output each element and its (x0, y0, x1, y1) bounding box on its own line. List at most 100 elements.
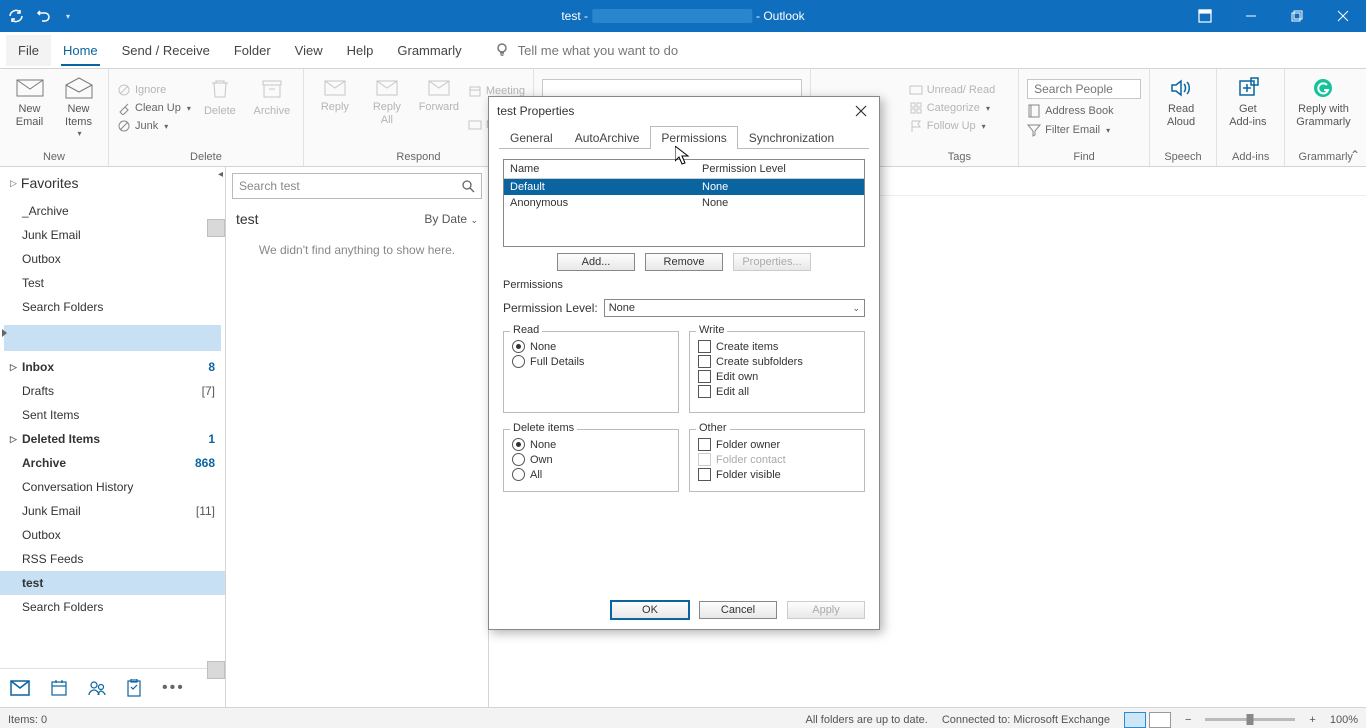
ribbon-display-icon[interactable] (1182, 0, 1228, 32)
people-nav-icon[interactable] (88, 679, 106, 697)
address-book-button[interactable]: Address Book (1027, 104, 1141, 118)
folder-archive[interactable]: Archive868 (0, 451, 225, 475)
ignore-button[interactable]: Ignore (117, 83, 191, 97)
write-create-subfolders-check[interactable]: Create subfolders (698, 355, 856, 368)
archive-button[interactable]: Archive (249, 73, 295, 118)
unread-read-button[interactable]: Unread/ Read (909, 83, 996, 97)
delete-own-radio[interactable]: Own (512, 453, 670, 466)
view-normal-button[interactable] (1124, 712, 1146, 728)
favorites-header[interactable]: ▷Favorites (0, 167, 225, 199)
permission-row-default[interactable]: DefaultNone (504, 179, 864, 195)
folder-search[interactable]: Search Folders (0, 595, 225, 619)
fav-folder-outbox[interactable]: Outbox (0, 247, 225, 271)
search-box[interactable]: Search test (232, 173, 482, 199)
folder-sent[interactable]: Sent Items (0, 403, 225, 427)
collapse-ribbon-button[interactable]: ⌃ (1350, 148, 1360, 162)
delete-button[interactable]: Delete (197, 73, 243, 118)
tab-send-receive[interactable]: Send / Receive (110, 35, 222, 66)
other-owner-check[interactable]: Folder owner (698, 438, 856, 451)
minimize-button[interactable] (1228, 0, 1274, 32)
reply-button[interactable]: Reply (312, 73, 358, 114)
permission-level-select[interactable]: None⌄ (604, 299, 865, 317)
tasks-nav-icon[interactable] (126, 679, 142, 697)
reply-all-icon (375, 77, 399, 97)
apply-button[interactable]: Apply (787, 601, 865, 619)
search-people-input[interactable] (1027, 79, 1141, 99)
dialog-tab-general[interactable]: General (499, 126, 564, 149)
qat-dropdown-icon[interactable]: ▾ (66, 12, 70, 21)
zoom-slider[interactable] (1205, 718, 1295, 721)
new-items-button[interactable]: New Items▾ (57, 73, 100, 139)
delete-none-radio[interactable]: None (512, 438, 670, 451)
filter-email-button[interactable]: Filter Email▾ (1027, 123, 1141, 137)
properties-button[interactable]: Properties... (733, 253, 811, 271)
write-edit-all-check[interactable]: Edit all (698, 385, 856, 398)
undo-icon[interactable] (36, 8, 52, 24)
fav-folder-test[interactable]: Test (0, 271, 225, 295)
more-nav-icon[interactable]: ••• (162, 679, 185, 697)
categorize-button[interactable]: Categorize▾ (909, 101, 996, 115)
dialog-tab-permissions[interactable]: Permissions (650, 126, 737, 149)
write-edit-own-check[interactable]: Edit own (698, 370, 856, 383)
add-button[interactable]: Add... (557, 253, 635, 271)
followup-button[interactable]: Follow Up▾ (909, 119, 996, 133)
tab-folder[interactable]: Folder (222, 35, 283, 66)
get-addins-button[interactable]: Get Add-ins (1225, 73, 1271, 129)
junk-button[interactable]: Junk▾ (117, 119, 191, 133)
ok-button[interactable]: OK (611, 601, 689, 619)
view-reading-button[interactable] (1149, 712, 1171, 728)
nav-scrollbar-up[interactable] (207, 219, 225, 237)
read-none-radio[interactable]: None (512, 340, 670, 353)
col-level-header[interactable]: Permission Level (696, 160, 864, 178)
folder-deleted[interactable]: ▷Deleted Items1 (0, 427, 225, 451)
fav-folder-search[interactable]: Search Folders (0, 295, 225, 319)
tab-home[interactable]: Home (51, 35, 110, 66)
nav-footer: ••• (0, 668, 225, 707)
tab-help[interactable]: Help (335, 35, 386, 66)
permissions-list[interactable]: Name Permission Level DefaultNone Anonym… (503, 159, 865, 247)
mail-nav-icon[interactable] (10, 680, 30, 696)
read-full-radio[interactable]: Full Details (512, 355, 670, 368)
folder-inbox[interactable]: ▷Inbox8 (0, 355, 225, 379)
dialog-tab-synchronization[interactable]: Synchronization (738, 126, 845, 149)
dialog-close-button[interactable] (851, 101, 871, 121)
tab-view[interactable]: View (283, 35, 335, 66)
zoom-percent[interactable]: 100% (1330, 714, 1358, 726)
account-header[interactable] (4, 325, 221, 351)
other-visible-check[interactable]: Folder visible (698, 468, 856, 481)
delete-all-radio[interactable]: All (512, 468, 670, 481)
forward-button[interactable]: Forward (416, 73, 462, 114)
folder-rss[interactable]: RSS Feeds (0, 547, 225, 571)
folder-junk[interactable]: Junk Email[11] (0, 499, 225, 523)
read-aloud-button[interactable]: Read Aloud (1158, 73, 1204, 129)
folder-drafts[interactable]: Drafts[7] (0, 379, 225, 403)
cancel-button[interactable]: Cancel (699, 601, 777, 619)
search-icon (461, 179, 475, 193)
nav-scrollbar-down[interactable] (207, 661, 225, 679)
cleanup-button[interactable]: Clean Up▾ (117, 101, 191, 115)
close-button[interactable] (1320, 0, 1366, 32)
remove-button[interactable]: Remove (645, 253, 723, 271)
sync-icon[interactable] (8, 8, 24, 24)
maximize-button[interactable] (1274, 0, 1320, 32)
tab-file[interactable]: File (6, 35, 51, 66)
col-name-header[interactable]: Name (504, 160, 696, 178)
sort-button[interactable]: By Date ⌄ (424, 212, 478, 226)
tab-grammarly[interactable]: Grammarly (385, 35, 473, 66)
fav-folder-archive[interactable]: _Archive (0, 199, 225, 223)
zoom-out-button[interactable]: − (1185, 714, 1191, 726)
dialog-tab-autoarchive[interactable]: AutoArchive (564, 126, 651, 149)
reply-all-button[interactable]: Reply All (364, 73, 410, 127)
permission-row-anonymous[interactable]: AnonymousNone (504, 195, 864, 211)
fav-folder-junk[interactable]: Junk Email (0, 223, 225, 247)
zoom-in-button[interactable]: + (1309, 714, 1315, 726)
write-create-items-check[interactable]: Create items (698, 340, 856, 353)
calendar-nav-icon[interactable] (50, 679, 68, 697)
folder-conversation[interactable]: Conversation History (0, 475, 225, 499)
tell-me-search[interactable]: Tell me what you want to do (494, 42, 678, 58)
grammarly-reply-button[interactable]: Reply with Grammarly (1293, 73, 1353, 129)
folder-test[interactable]: test (0, 571, 225, 595)
folder-outbox[interactable]: Outbox (0, 523, 225, 547)
new-email-button[interactable]: New Email (8, 73, 51, 129)
collapse-nav-button[interactable]: ◂ (218, 169, 223, 180)
